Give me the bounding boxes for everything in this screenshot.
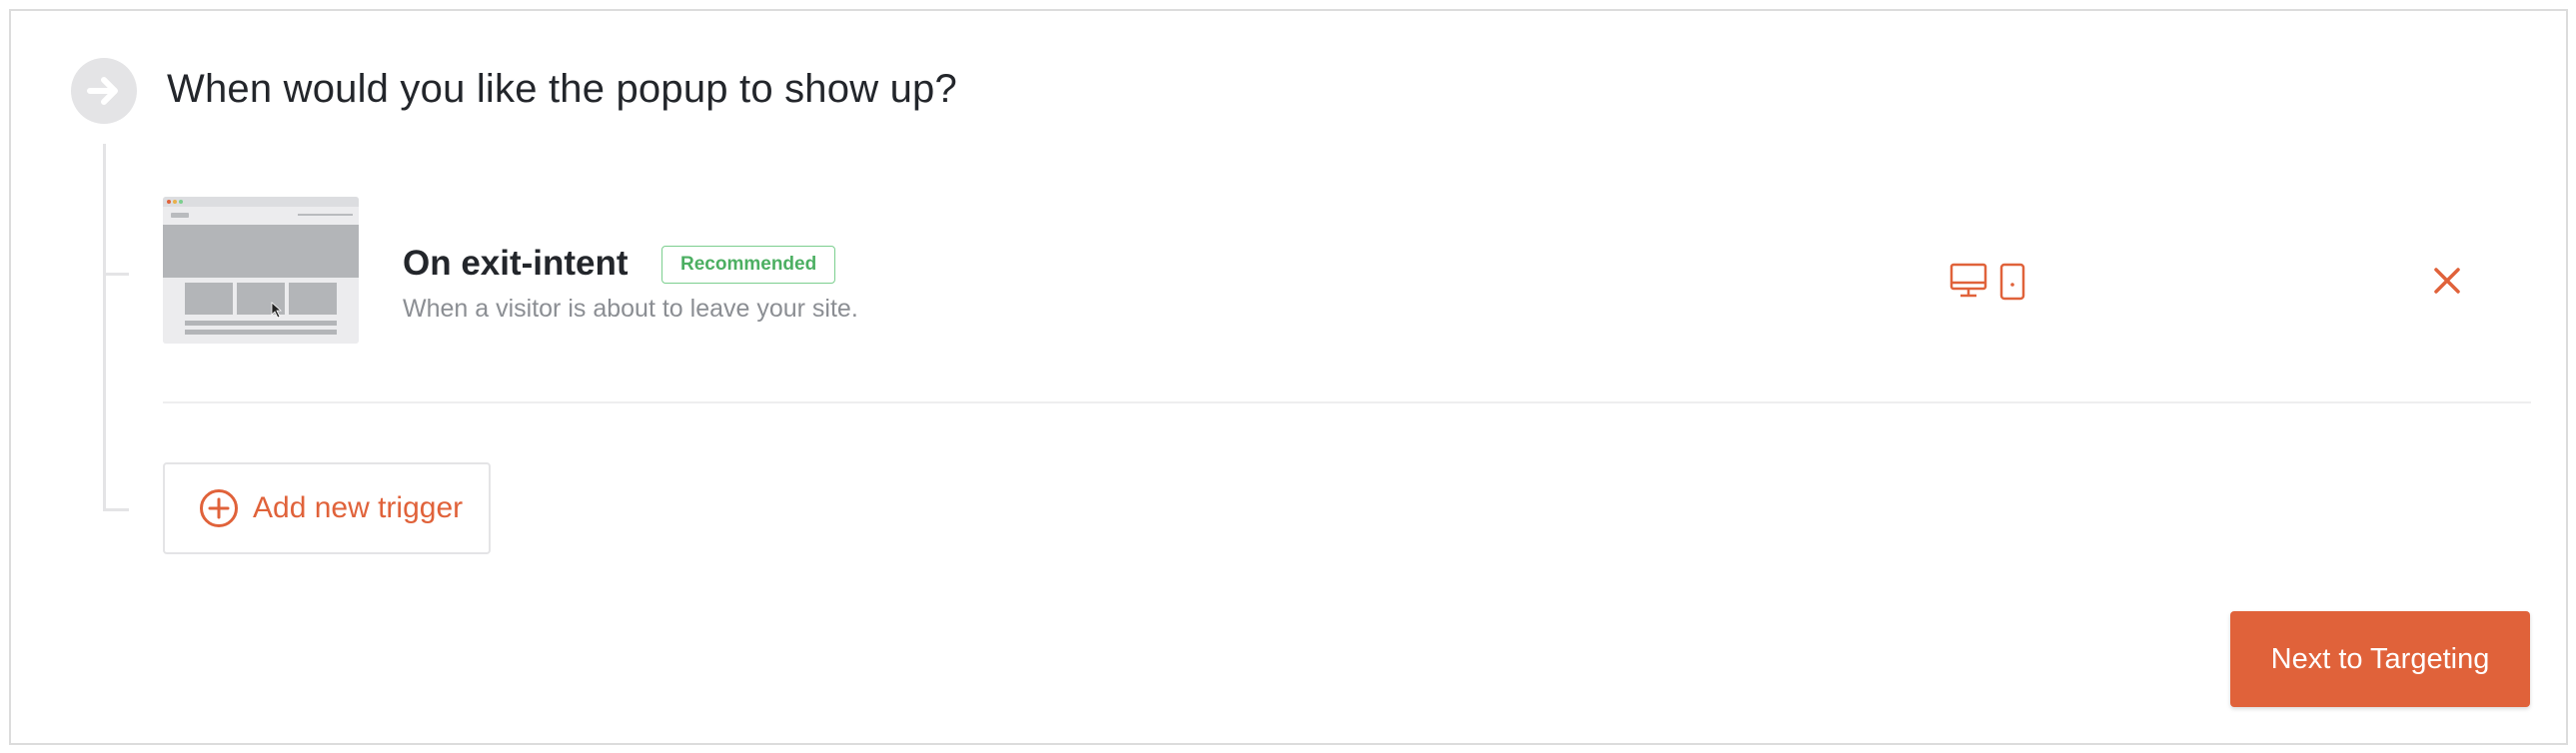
trigger-title: On exit-intent bbox=[403, 244, 629, 283]
tree-connector bbox=[103, 144, 106, 511]
arrow-right-icon bbox=[71, 58, 137, 124]
desktop-icon[interactable] bbox=[1949, 263, 1987, 304]
recommended-badge: Recommended bbox=[661, 246, 836, 284]
next-to-targeting-button[interactable]: Next to Targeting bbox=[2230, 611, 2530, 707]
add-new-trigger-button[interactable]: Add new trigger bbox=[163, 462, 491, 554]
tree-branch-add bbox=[103, 508, 129, 511]
divider bbox=[163, 401, 2531, 403]
remove-trigger-button[interactable] bbox=[2429, 263, 2465, 299]
page-title: When would you like the popup to show up… bbox=[167, 67, 957, 111]
close-icon bbox=[2434, 268, 2460, 294]
tree-branch-trigger bbox=[103, 273, 129, 276]
add-trigger-label: Add new trigger bbox=[253, 491, 464, 524]
exit-intent-thumbnail bbox=[163, 197, 359, 344]
mobile-icon[interactable] bbox=[1999, 263, 2025, 306]
trigger-description: When a visitor is about to leave your si… bbox=[403, 295, 858, 323]
trigger-row-exit-intent: On exit-intent Recommended When a visito… bbox=[163, 197, 2531, 361]
trigger-settings-panel: When would you like the popup to show up… bbox=[9, 9, 2568, 745]
plus-circle-icon bbox=[200, 489, 238, 527]
